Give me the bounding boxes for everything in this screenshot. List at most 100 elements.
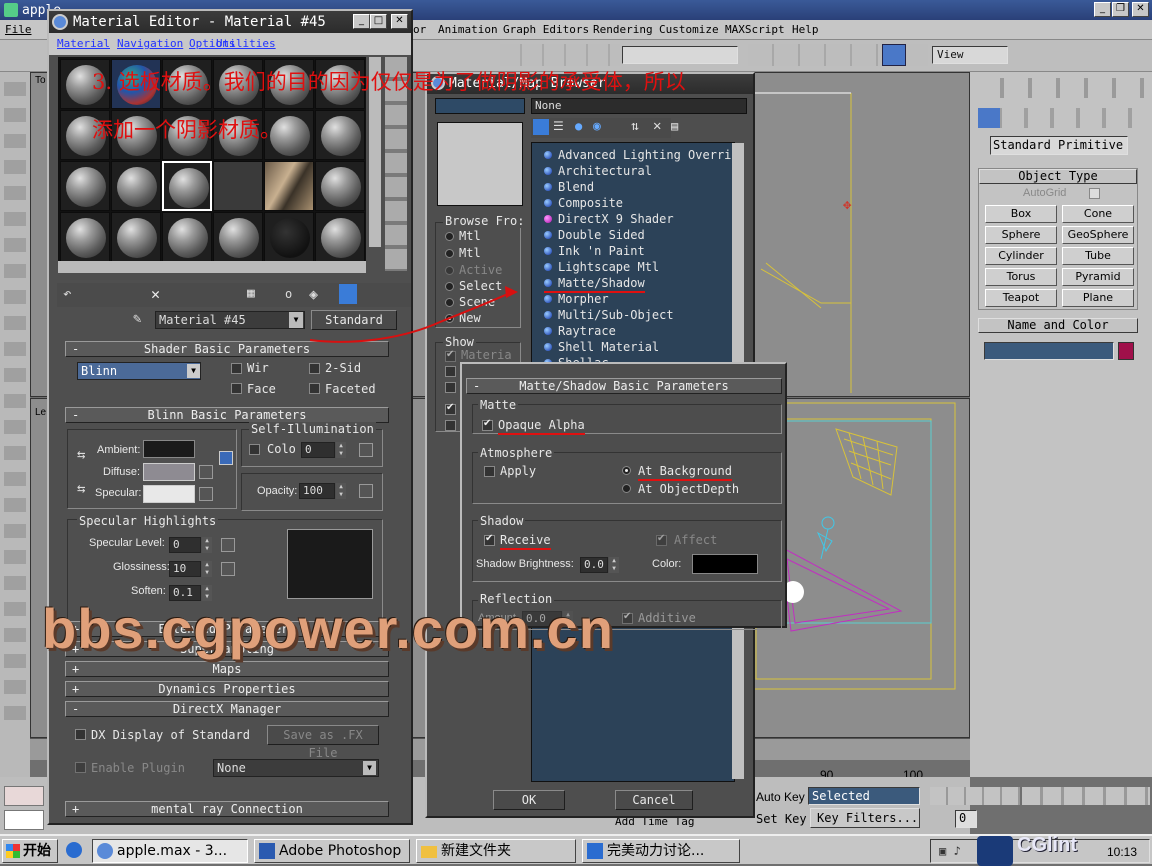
autogrid-checkbox[interactable]: [1089, 188, 1100, 199]
additive-checkbox[interactable]: [622, 611, 633, 624]
get-material-icon[interactable]: ↶: [63, 286, 71, 302]
sample-slot-matte[interactable]: [213, 161, 263, 211]
self-illum-map-button[interactable]: [359, 443, 373, 457]
pyramid-button[interactable]: Pyramid: [1062, 268, 1134, 286]
sample-slot[interactable]: [111, 161, 161, 211]
sample-slot[interactable]: [264, 212, 314, 262]
list-item-architectural[interactable]: Architectural: [544, 164, 652, 178]
close-button[interactable]: ✕: [1132, 2, 1149, 17]
delete-icon[interactable]: ✕: [151, 285, 160, 303]
update-scene-icon[interactable]: ⇅: [631, 119, 639, 134]
list-item-shell-material[interactable]: Shell Material: [544, 340, 659, 354]
view-list-icon[interactable]: [533, 119, 549, 135]
spec-level-map-button[interactable]: [221, 538, 235, 552]
opacity-map-button[interactable]: [359, 484, 373, 498]
face-map-checkbox[interactable]: [231, 383, 242, 394]
tube-button[interactable]: Tube: [1062, 247, 1134, 265]
menu-file[interactable]: File: [5, 23, 32, 36]
panel-tabs[interactable]: [976, 78, 1146, 98]
two-sided-checkbox[interactable]: [309, 363, 320, 374]
sphere-button[interactable]: Sphere: [985, 226, 1057, 244]
selection-set-dropdown[interactable]: [622, 46, 738, 64]
mated-minimize-button[interactable]: _: [353, 14, 370, 29]
menu-graph-editors[interactable]: Graph Editors: [503, 23, 589, 36]
show-maps-checkbox[interactable]: [445, 366, 456, 377]
plane-button[interactable]: Plane: [1062, 289, 1134, 307]
faceted-checkbox[interactable]: [309, 383, 320, 394]
shadow-brightness-spinner[interactable]: 0.0: [580, 557, 619, 573]
shadow-color-swatch[interactable]: [692, 554, 758, 574]
opacity-spinner[interactable]: 100: [299, 483, 346, 499]
browse-new-radio[interactable]: [445, 314, 454, 323]
task-forum[interactable]: 完美动力讨论...: [582, 839, 740, 863]
object-color-swatch[interactable]: [1118, 342, 1134, 360]
sample-slot[interactable]: [315, 212, 365, 262]
menu-partial[interactable]: or: [413, 23, 426, 36]
list-item-lightscape[interactable]: Lightscape Mtl: [544, 260, 659, 274]
maps-rollout-header[interactable]: + Maps: [65, 661, 389, 677]
transform-tools[interactable]: [500, 44, 620, 66]
set-key-label[interactable]: Set Key: [756, 812, 807, 826]
glossiness-spinner[interactable]: 10: [169, 561, 212, 577]
lock-specular-icon[interactable]: ⇆: [77, 481, 85, 497]
ie-quicklaunch-icon[interactable]: [66, 842, 82, 858]
view-large-icons-icon[interactable]: ◉: [593, 119, 601, 134]
apply-atmosphere-checkbox[interactable]: [484, 466, 495, 477]
name-color-title[interactable]: Name and Color: [978, 318, 1138, 333]
object-name-field[interactable]: [984, 342, 1114, 360]
cone-button[interactable]: Cone: [1062, 205, 1134, 223]
self-illum-spinner[interactable]: 0: [301, 442, 346, 458]
sample-slot[interactable]: [315, 161, 365, 211]
lock-ambient-icon[interactable]: ⇆: [77, 447, 85, 463]
wire-checkbox[interactable]: [231, 363, 242, 374]
sample-slot[interactable]: [60, 161, 110, 211]
menu-maxscript[interactable]: MAXScript: [725, 23, 785, 36]
diffuse-swatch[interactable]: [143, 463, 195, 481]
show-materials-checkbox[interactable]: [445, 349, 456, 362]
browse-selected-radio[interactable]: [445, 282, 454, 291]
teapot-button[interactable]: Teapot: [985, 289, 1057, 307]
diffuse-map-button[interactable]: [199, 465, 213, 479]
viewport-nav-controls[interactable]: [1022, 787, 1150, 805]
clear-icon[interactable]: ▤: [671, 119, 678, 133]
maxscript-listener[interactable]: [4, 786, 44, 806]
directx-rollout-header[interactable]: - DirectX Manager: [65, 701, 389, 717]
self-illum-color-checkbox[interactable]: [249, 444, 260, 455]
browse-scene-radio[interactable]: [445, 298, 454, 307]
key-filters-button[interactable]: Key Filters...: [810, 808, 920, 828]
at-background-radio[interactable]: [622, 466, 631, 475]
menu-navigation[interactable]: Navigation: [117, 37, 183, 50]
list-item-advanced-lighting[interactable]: Advanced Lighting Overrid: [544, 148, 739, 162]
auto-key-label[interactable]: Auto Key: [756, 790, 805, 804]
show-by-object-checkbox[interactable]: [445, 420, 456, 431]
shader-type-dropdown[interactable]: Blinn: [77, 362, 201, 380]
shader-rollout-header[interactable]: - Shader Basic Parameters: [65, 341, 389, 357]
object-type-title[interactable]: Object Type: [979, 169, 1137, 184]
receive-shadows-checkbox[interactable]: [484, 533, 495, 546]
list-item-composite[interactable]: Composite: [544, 196, 623, 210]
delete-from-library-icon[interactable]: ✕: [653, 118, 661, 134]
start-button[interactable]: 开始: [2, 839, 58, 863]
ok-button[interactable]: OK: [493, 790, 565, 810]
spec-level-spinner[interactable]: 0: [169, 537, 212, 553]
maxscript-input[interactable]: [4, 810, 44, 830]
mated-maximize-button[interactable]: □: [370, 14, 387, 29]
opaque-alpha-checkbox[interactable]: [482, 418, 493, 431]
at-objectdepth-radio[interactable]: [622, 484, 631, 493]
menu-material[interactable]: Material: [57, 37, 110, 50]
dynamics-rollout-header[interactable]: + Dynamics Properties: [65, 681, 389, 697]
sample-slot[interactable]: [111, 212, 161, 262]
sample-slot[interactable]: [60, 212, 110, 262]
snap-toggle-icon[interactable]: [882, 44, 906, 66]
task-photoshop[interactable]: Adobe Photoshop: [254, 839, 410, 863]
menu-help[interactable]: Help: [792, 23, 819, 36]
slots-hscroll[interactable]: [58, 261, 366, 273]
category-buttons[interactable]: [976, 108, 1146, 128]
browse-active-radio[interactable]: [445, 266, 454, 275]
dx-display-checkbox[interactable]: [75, 729, 86, 740]
sample-slot[interactable]: [162, 212, 212, 262]
playback-controls[interactable]: [930, 787, 1020, 805]
pick-material-icon[interactable]: ✎: [133, 311, 141, 327]
mated-close-button[interactable]: ✕: [391, 14, 408, 29]
show-root-only-checkbox[interactable]: [445, 402, 456, 415]
